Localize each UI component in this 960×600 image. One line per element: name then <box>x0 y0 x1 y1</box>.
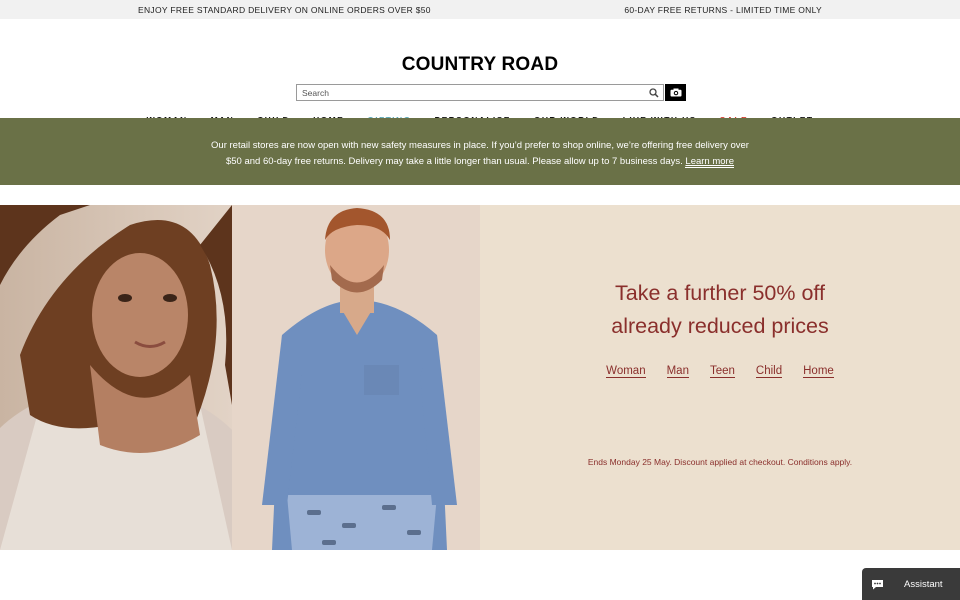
camera-icon <box>670 88 681 97</box>
returns-message: 60-DAY FREE RETURNS - LIMITED TIME ONLY <box>624 4 822 15</box>
search-input[interactable] <box>297 85 645 100</box>
delivery-message: ENJOY FREE STANDARD DELIVERY ON ONLINE O… <box>138 4 431 15</box>
assistant-chat-button[interactable]: Assistant <box>862 568 960 600</box>
man-photo[interactable] <box>232 205 480 550</box>
chat-bubble-icon <box>862 579 892 590</box>
site-header: COUNTRY ROAD WOMAN MAN CHILD HOME GIFTIN… <box>0 19 960 125</box>
promo-link-teen[interactable]: Teen <box>709 365 735 378</box>
hero-banner: Take a further 50% off already reduced p… <box>0 205 960 550</box>
promo-link-home[interactable]: Home <box>803 365 834 378</box>
notice-line-2-text: $50 and 60-day free returns. Delivery ma… <box>225 156 683 167</box>
promo-panel: Take a further 50% off already reduced p… <box>480 205 960 550</box>
promo-footnote: Ends Monday 25 May. Discount applied at … <box>587 457 853 467</box>
promo-title: Take a further 50% off already reduced p… <box>480 277 960 343</box>
assistant-label: Assistant <box>904 578 943 590</box>
promo-link-man[interactable]: Man <box>666 365 689 378</box>
brand-logo[interactable]: COUNTRY ROAD <box>0 54 960 76</box>
search-icon[interactable] <box>645 85 663 100</box>
notice-line-2: $50 and 60-day free returns. Delivery ma… <box>0 154 960 170</box>
notice-line-1: Our retail stores are now open with new … <box>211 140 749 151</box>
girl-photo[interactable] <box>0 205 232 550</box>
visual-search-button[interactable] <box>665 84 686 101</box>
learn-more-link[interactable]: Learn more <box>685 156 735 168</box>
search-bar <box>296 84 664 101</box>
promo-link-child[interactable]: Child <box>755 365 783 378</box>
promo-link-woman[interactable]: Woman <box>606 365 646 378</box>
promo-topbar: ENJOY FREE STANDARD DELIVERY ON ONLINE O… <box>0 0 960 19</box>
store-notice-banner: Our retail stores are now open with new … <box>0 118 960 185</box>
promo-title-line-2: already reduced prices <box>611 314 829 338</box>
promo-category-links: Woman Man Teen Child Home <box>480 365 960 378</box>
promo-title-line-1: Take a further 50% off <box>615 281 825 305</box>
